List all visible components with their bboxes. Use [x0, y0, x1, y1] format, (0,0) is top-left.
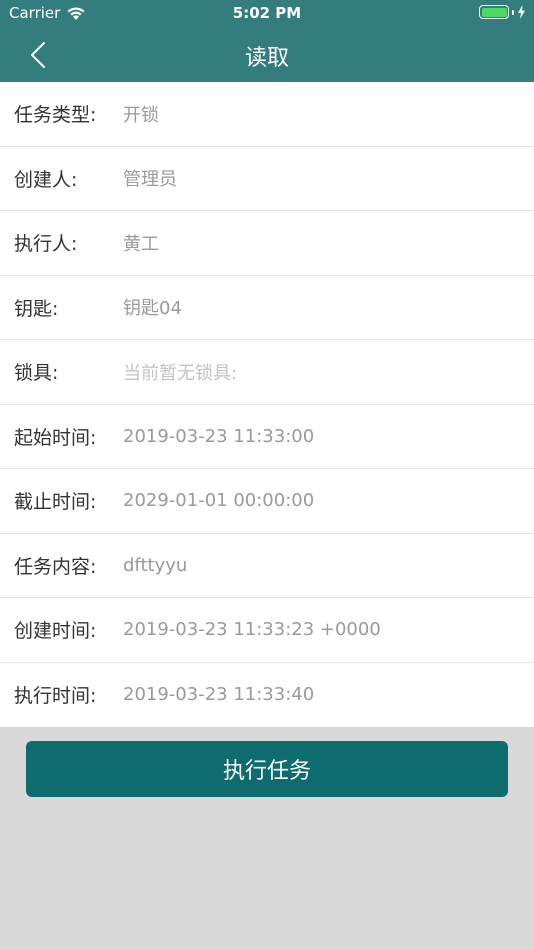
status-time: 5:02 PM	[232, 4, 302, 22]
field-label: 创建时间:	[14, 620, 97, 643]
battery-fill	[481, 7, 507, 17]
field-value: dfttyyu	[123, 554, 188, 576]
field-label: 执行时间:	[14, 685, 97, 708]
field-row-created-time: 创建时间: 2019-03-23 11:33:23 +0000	[0, 598, 534, 663]
field-label: 截止时间:	[14, 491, 97, 514]
field-row-task-type: 任务类型: 开锁	[0, 82, 534, 147]
field-label: 锁具:	[14, 362, 59, 385]
field-value: 2019-03-23 11:33:23 +0000	[123, 619, 381, 641]
battery-indicator	[479, 5, 526, 19]
field-row-lock: 锁具: 当前暂无锁具:	[0, 340, 534, 405]
field-label: 起始时间:	[14, 426, 97, 449]
field-value: 2019-03-23 11:33:40	[123, 684, 315, 706]
page-title: 读取	[244, 46, 289, 71]
field-label: 任务类型:	[14, 104, 97, 127]
field-value: 开锁	[123, 104, 159, 126]
field-row-executed-time: 执行时间: 2019-03-23 11:33:40	[0, 663, 534, 728]
field-label: 执行人:	[14, 233, 78, 256]
field-value: 2029-01-01 00:00:00	[123, 490, 315, 512]
field-label: 钥匙:	[14, 297, 59, 320]
field-label: 创建人:	[14, 168, 78, 191]
field-value: 管理员	[123, 169, 177, 191]
battery-icon	[479, 5, 509, 19]
field-label: 任务内容:	[14, 555, 97, 578]
field-value: 2019-03-23 11:33:00	[123, 425, 315, 447]
field-value: 钥匙04	[123, 298, 182, 320]
field-row-executor: 执行人: 黄工	[0, 211, 534, 276]
field-value: 黄工	[123, 233, 159, 255]
field-row-task-content: 任务内容: dfttyyu	[0, 534, 534, 598]
app-header: Carrier 5:02 PM 读取	[0, 0, 534, 82]
charging-bolt-icon	[518, 5, 525, 19]
status-bar: Carrier 5:02 PM	[0, 0, 534, 28]
field-value: 当前暂无锁具:	[123, 362, 238, 384]
task-detail-list: 任务类型: 开锁 创建人: 管理员 执行人: 黄工 钥匙: 钥匙04 锁具: 当…	[0, 82, 534, 727]
nav-bar: 读取	[0, 28, 534, 82]
field-row-end-time: 截止时间: 2029-01-01 00:00:00	[0, 469, 534, 534]
field-row-creator: 创建人: 管理员	[0, 147, 534, 211]
battery-cap	[512, 9, 514, 15]
execute-task-button[interactable]: 执行任务	[26, 741, 508, 797]
field-row-key: 钥匙: 钥匙04	[0, 276, 534, 340]
field-row-start-time: 起始时间: 2019-03-23 11:33:00	[0, 405, 534, 469]
